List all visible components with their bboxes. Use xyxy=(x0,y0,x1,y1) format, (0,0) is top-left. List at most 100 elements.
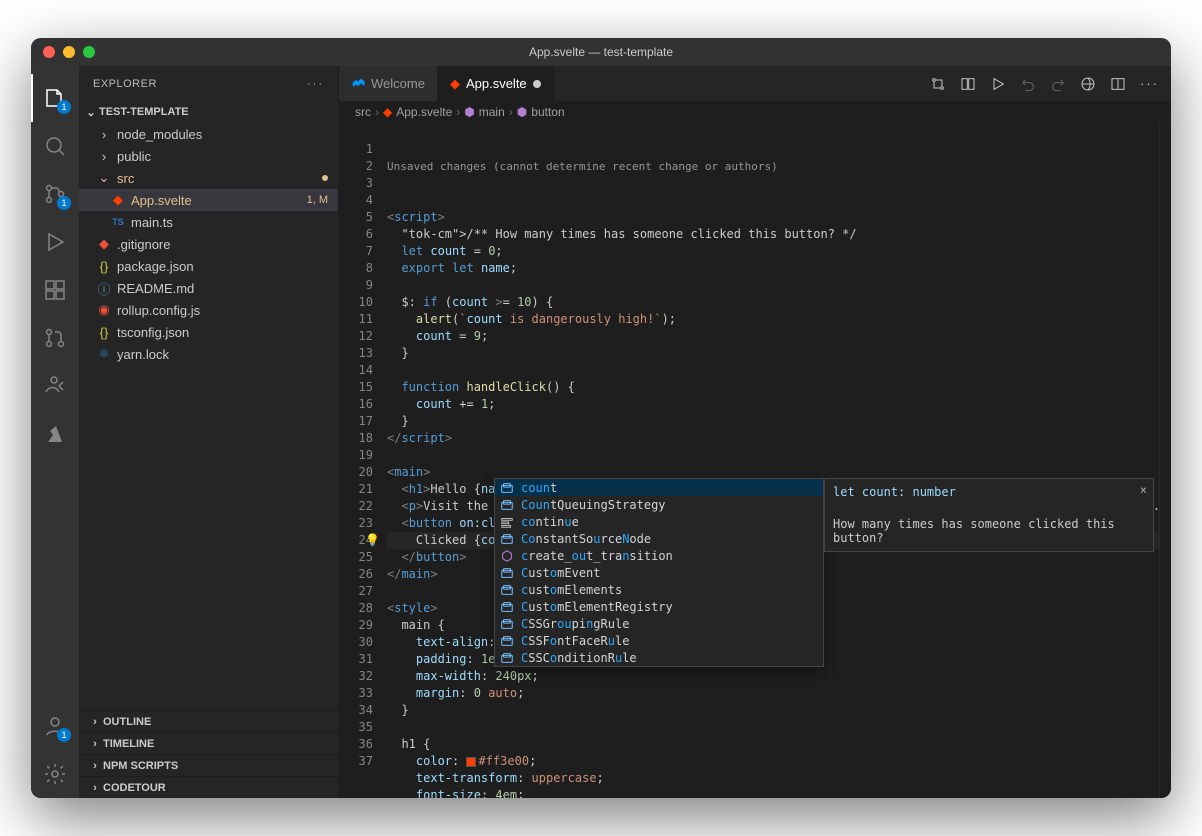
suggest-item[interactable]: CSSFontFaceRule xyxy=(495,632,823,649)
file-item[interactable]: ◆App.svelte1, M xyxy=(79,189,338,211)
open-preview-icon[interactable] xyxy=(1080,76,1096,92)
file-item[interactable]: TSmain.ts xyxy=(79,211,338,233)
code-line[interactable]: <script> xyxy=(387,209,1171,226)
code-line[interactable]: margin: 0 auto; xyxy=(387,685,1171,702)
code-line[interactable]: count = 9; xyxy=(387,328,1171,345)
file-item[interactable]: ◉rollup.config.js xyxy=(79,299,338,321)
extensions-icon[interactable] xyxy=(31,266,79,314)
suggest-label: CSSFontFaceRule xyxy=(521,634,629,648)
chevron-right-icon: › xyxy=(456,105,460,119)
file-item[interactable]: ◆.gitignore xyxy=(79,233,338,255)
file-icon: {} xyxy=(95,259,113,274)
suggest-item[interactable]: customElements xyxy=(495,581,823,598)
outline-panel[interactable]: ›OUTLINE xyxy=(79,710,338,732)
chevron-right-icon: › xyxy=(87,716,103,728)
suggest-item[interactable]: continue xyxy=(495,513,823,530)
code-line[interactable]: } xyxy=(387,345,1171,362)
suggest-widget[interactable]: count CountQueuingStrategy continueConstan… xyxy=(494,478,824,667)
file-item[interactable]: ⚛yarn.lock xyxy=(79,343,338,365)
chevron-icon: ⌄ xyxy=(95,170,113,186)
breadcrumbs[interactable]: src › ◆ App.svelte › ⬢ main › ⬢ button xyxy=(339,101,1171,123)
code-line[interactable]: function handleClick() { xyxy=(387,379,1171,396)
tab-welcome[interactable]: Welcome xyxy=(339,66,438,101)
zoom-window-button[interactable] xyxy=(83,46,95,58)
suggest-label: continue xyxy=(521,515,579,529)
accounts-icon[interactable]: 1 xyxy=(31,702,79,750)
code-line[interactable]: max-width: 240px; xyxy=(387,668,1171,685)
code-line[interactable] xyxy=(387,447,1171,464)
code-line[interactable] xyxy=(387,277,1171,294)
explorer-icon[interactable]: 1 xyxy=(31,74,79,122)
settings-gear-icon[interactable] xyxy=(31,750,79,798)
file-item[interactable]: ⓘREADME.md xyxy=(79,277,338,299)
sidebar-more-icon[interactable]: ··· xyxy=(307,78,324,90)
search-icon[interactable] xyxy=(31,122,79,170)
svelte-file-icon: ◆ xyxy=(450,76,460,92)
code-line[interactable]: color: #ff3e00; xyxy=(387,753,1171,770)
code-line[interactable]: "tok-cm">/** How many times has someone … xyxy=(387,226,1171,243)
code-line[interactable] xyxy=(387,362,1171,379)
compare-changes-icon[interactable] xyxy=(930,76,946,92)
close-window-button[interactable] xyxy=(43,46,55,58)
code-line[interactable]: } xyxy=(387,413,1171,430)
code-line[interactable]: </script> xyxy=(387,430,1171,447)
code-line[interactable]: alert(`count is dangerously high!`); xyxy=(387,311,1171,328)
undo-icon[interactable] xyxy=(1020,76,1036,92)
minimize-window-button[interactable] xyxy=(63,46,75,58)
timeline-panel[interactable]: ›TIMELINE xyxy=(79,732,338,754)
vscode-window: App.svelte — test-template 1 1 xyxy=(31,38,1171,798)
code-line[interactable]: export let name; xyxy=(387,260,1171,277)
run-debug-icon[interactable] xyxy=(31,218,79,266)
tab-app-svelte[interactable]: ◆ App.svelte xyxy=(438,66,554,101)
tree-item-label: .gitignore xyxy=(117,237,338,252)
code-line[interactable]: count += 1; xyxy=(387,396,1171,413)
titlebar: App.svelte — test-template xyxy=(31,38,1171,66)
github-pr-icon[interactable] xyxy=(31,314,79,362)
run-code-icon[interactable] xyxy=(990,76,1006,92)
suggest-item[interactable]: CountQueuingStrategy xyxy=(495,496,823,513)
codetour-panel[interactable]: ›CODETOUR xyxy=(79,776,338,798)
split-editor-icon[interactable] xyxy=(1110,76,1126,92)
workspace-header[interactable]: ⌄ TEST-TEMPLATE xyxy=(79,101,338,123)
suggest-item[interactable]: count xyxy=(495,479,823,496)
suggest-item[interactable]: ConstantSourceNode xyxy=(495,530,823,547)
azure-icon[interactable] xyxy=(31,410,79,458)
close-icon[interactable]: × xyxy=(1140,483,1147,497)
file-item[interactable]: {}tsconfig.json xyxy=(79,321,338,343)
suggest-label: CountQueuingStrategy xyxy=(521,498,666,512)
suggest-item[interactable]: CustomElementRegistry xyxy=(495,598,823,615)
suggest-label: CustomElementRegistry xyxy=(521,600,673,614)
code-line[interactable]: let count = 0; xyxy=(387,243,1171,260)
modified-dot-icon xyxy=(322,175,328,181)
lightbulb-icon[interactable]: 💡 xyxy=(365,532,380,549)
tree-item-label: package.json xyxy=(117,259,338,274)
suggest-item[interactable]: CSSGroupingRule xyxy=(495,615,823,632)
npm-scripts-panel[interactable]: ›NPM SCRIPTS xyxy=(79,754,338,776)
more-actions-icon[interactable]: ··· xyxy=(1140,76,1159,91)
code-line[interactable]: h1 { xyxy=(387,736,1171,753)
code-editor[interactable]: 1234567891011121314151617181920212223242… xyxy=(339,123,1171,798)
folder-item[interactable]: ›public xyxy=(79,145,338,167)
code-line[interactable]: font-size: 4em; xyxy=(387,787,1171,798)
suggest-kind-icon xyxy=(499,532,515,546)
source-control-icon[interactable]: 1 xyxy=(31,170,79,218)
file-tree: ›node_modules›public⌄src◆App.svelte1, MT… xyxy=(79,123,338,710)
code-line[interactable]: $: if (count >= 10) { xyxy=(387,294,1171,311)
folder-item[interactable]: ⌄src xyxy=(79,167,338,189)
live-share-icon[interactable] xyxy=(31,362,79,410)
code-content[interactable]: Unsaved changes (cannot determine recent… xyxy=(387,123,1171,798)
redo-icon[interactable] xyxy=(1050,76,1066,92)
code-line[interactable]: text-transform: uppercase; xyxy=(387,770,1171,787)
suggest-item[interactable]: create_out_transition xyxy=(495,547,823,564)
tree-item-label: public xyxy=(117,149,338,164)
file-item[interactable]: {} package.json xyxy=(79,255,338,277)
code-line[interactable]: } xyxy=(387,702,1171,719)
suggest-item[interactable]: CSSConditionRule xyxy=(495,649,823,666)
folder-item[interactable]: ›node_modules xyxy=(79,123,338,145)
code-line[interactable] xyxy=(387,719,1171,736)
suggest-item[interactable]: CustomEvent xyxy=(495,564,823,581)
minimap[interactable] xyxy=(1159,123,1171,798)
dirty-indicator-icon xyxy=(533,80,541,88)
explorer-badge: 1 xyxy=(57,100,71,114)
open-changes-icon[interactable] xyxy=(960,76,976,92)
